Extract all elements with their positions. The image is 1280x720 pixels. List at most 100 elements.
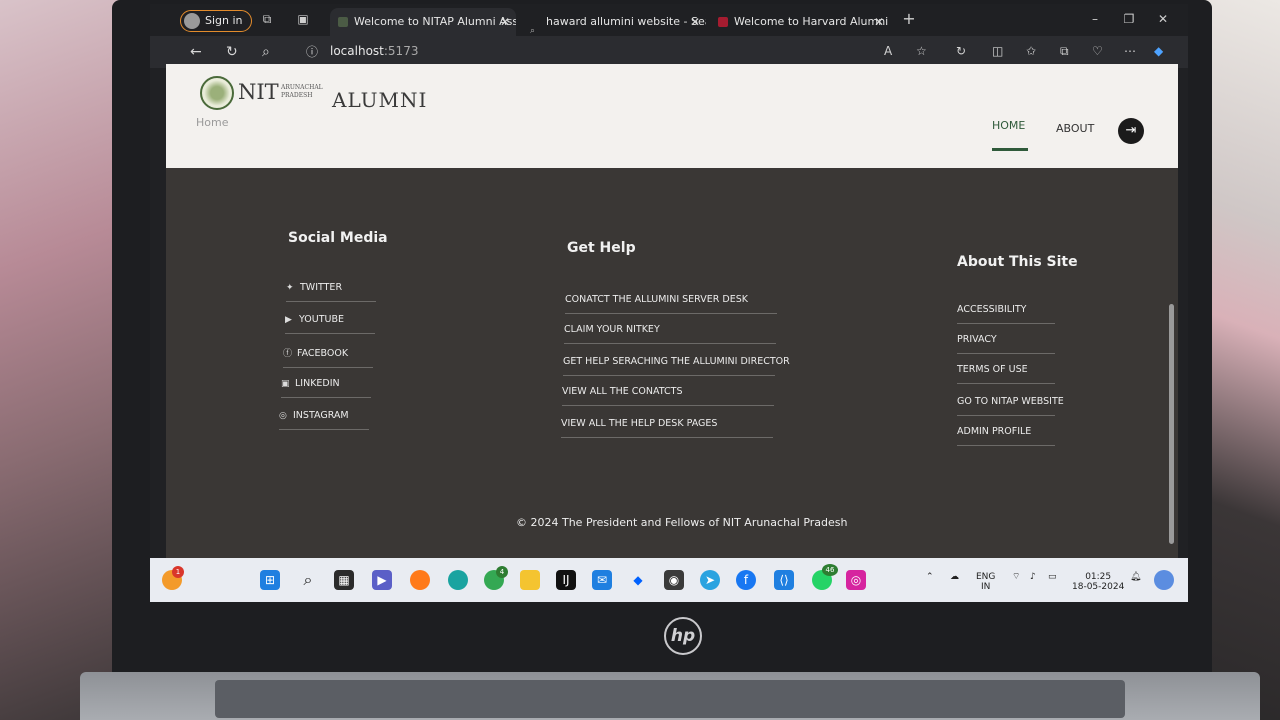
browser-essentials-icon[interactable]: ♡ bbox=[1092, 44, 1103, 58]
extension-refresh-icon[interactable]: ↻ bbox=[956, 44, 966, 58]
intellij-icon[interactable]: IJ bbox=[556, 570, 576, 590]
close-window-icon[interactable]: ✕ bbox=[1156, 12, 1170, 26]
refresh-icon[interactable]: ↻ bbox=[226, 44, 238, 60]
logo-sub-line2: PRADESH bbox=[281, 92, 313, 99]
split-screen-icon[interactable]: ◫ bbox=[992, 44, 1003, 58]
link-label: INSTAGRAM bbox=[293, 410, 349, 421]
close-tab-icon[interactable]: ✕ bbox=[500, 8, 510, 36]
footer-link-terms-of-use[interactable]: TERMS OF USE bbox=[957, 364, 1055, 384]
link-label: FACEBOOK bbox=[297, 348, 349, 359]
firefox-icon[interactable] bbox=[410, 570, 430, 590]
footer-link-admin-profile[interactable]: ADMIN PROFILE bbox=[957, 426, 1055, 446]
copilot-icon[interactable]: ◆ bbox=[1154, 44, 1163, 58]
volume-icon[interactable]: ♪ bbox=[1030, 572, 1036, 582]
favorites-icon[interactable]: ✩ bbox=[1026, 44, 1036, 58]
vscode-icon[interactable]: ⟨⟩ bbox=[774, 570, 794, 590]
tab-nitap[interactable]: Welcome to NITAP Alumni Assoc ✕ bbox=[330, 8, 516, 36]
more-menu-icon[interactable]: ⋯ bbox=[1124, 44, 1136, 58]
camera-icon[interactable]: ◉ bbox=[664, 570, 684, 590]
battery-icon[interactable]: ▭ bbox=[1048, 572, 1057, 582]
teams-icon[interactable]: ▶ bbox=[372, 570, 392, 590]
tab-bar: Sign in ⧉ ▣ Welcome to NITAP Alumni Asso… bbox=[150, 4, 1188, 36]
site-header: NIT ARUNACHAL PRADESH ALUMNI Home HOME A… bbox=[166, 64, 1178, 168]
social-media-title: Social Media bbox=[288, 230, 388, 246]
footer-link-facebook[interactable]: ⓕ FACEBOOK bbox=[283, 346, 373, 368]
windows-taskbar: 1 ⊞ ⌕ ▦ ▶ 4 IJ ✉ ◆ ◉ ➤ f ⟨⟩ 46 ◎ ⌃ ☁ ENG… bbox=[150, 558, 1188, 602]
search-icon[interactable]: ⌕ bbox=[298, 570, 318, 590]
back-icon[interactable]: ← bbox=[190, 44, 202, 60]
collections-icon[interactable]: ⧉ bbox=[1060, 44, 1069, 59]
footer-link-nitap-website[interactable]: GO TO NITAP WEBSITE bbox=[957, 396, 1064, 416]
logout-icon[interactable]: ⇥ bbox=[1118, 118, 1144, 144]
copilot-taskbar-icon[interactable] bbox=[1154, 570, 1174, 590]
youtube-icon: ▶ bbox=[285, 315, 292, 325]
read-aloud-icon[interactable]: A bbox=[884, 44, 892, 58]
tab-title: Welcome to NITAP Alumni Assoc bbox=[354, 15, 516, 28]
web-page: NIT ARUNACHAL PRADESH ALUMNI Home HOME A… bbox=[166, 64, 1178, 558]
footer-link-privacy[interactable]: PRIVACY bbox=[957, 334, 1055, 354]
workspaces-icon[interactable]: ⧉ bbox=[260, 12, 274, 26]
chrome-badge: 4 bbox=[496, 566, 508, 578]
clock[interactable]: 01:25 18-05-2024 bbox=[1072, 572, 1124, 592]
page-scrollbar[interactable] bbox=[1169, 304, 1174, 544]
footer-link-youtube[interactable]: ▶ YOUTUBE bbox=[285, 314, 375, 334]
linkedin-icon: ▣ bbox=[281, 379, 290, 389]
footer-copyright: © 2024 The President and Fellows of NIT … bbox=[516, 516, 848, 529]
get-help-title: Get Help bbox=[567, 240, 636, 256]
site-info-icon[interactable]: ⓘ bbox=[306, 44, 318, 60]
url-port: :5173 bbox=[383, 44, 419, 58]
mail-icon[interactable]: ✉ bbox=[592, 570, 612, 590]
start-menu-icon[interactable]: ⊞ bbox=[260, 570, 280, 590]
onedrive-icon[interactable]: ☁ bbox=[950, 572, 959, 582]
clock-date: 18-05-2024 bbox=[1072, 582, 1125, 592]
tab-search[interactable]: ⌕ haward allumini website - Search ✕ bbox=[522, 8, 706, 36]
logo-nit: NIT bbox=[238, 80, 279, 104]
notifications-bell-icon[interactable]: 🔔︎ bbox=[1130, 572, 1141, 582]
favorite-star-icon[interactable]: ☆ bbox=[916, 44, 927, 58]
telegram-icon[interactable]: ➤ bbox=[700, 570, 720, 590]
footer-link-twitter[interactable]: ✦ TWITTER bbox=[286, 282, 376, 302]
file-explorer-icon[interactable] bbox=[520, 570, 540, 590]
footer-link-linkedin[interactable]: ▣ LINKEDIN bbox=[281, 378, 371, 398]
footer-link-claim-nitkey[interactable]: CLAIM YOUR NITKEY bbox=[564, 324, 776, 344]
lang-line2: IN bbox=[981, 582, 991, 592]
tab-harvard[interactable]: Welcome to Harvard Alumni ✕ bbox=[710, 8, 890, 36]
dropbox-icon[interactable]: ◆ bbox=[628, 570, 648, 590]
footer-link-view-contacts[interactable]: VIEW ALL THE CONATCTS bbox=[562, 386, 774, 406]
footer-link-search-director[interactable]: GET HELP SERACHING THE ALLUMINI DIRECTOR bbox=[563, 356, 790, 376]
new-tab-icon[interactable]: + bbox=[902, 11, 916, 27]
breadcrumb[interactable]: Home bbox=[196, 116, 228, 129]
wifi-icon[interactable]: ⌔ bbox=[1012, 572, 1020, 582]
tab-actions-icon[interactable]: ▣ bbox=[296, 12, 310, 26]
nav-about[interactable]: ABOUT bbox=[1056, 122, 1094, 135]
close-tab-icon[interactable]: ✕ bbox=[874, 8, 884, 36]
language-indicator[interactable]: ENG IN bbox=[976, 572, 995, 592]
logo-sub-line1: ARUNACHAL bbox=[281, 84, 323, 91]
restore-icon[interactable]: ❐ bbox=[1122, 12, 1136, 26]
twitter-icon: ✦ bbox=[286, 283, 294, 293]
footer-link-help-desk-pages[interactable]: VIEW ALL THE HELP DESK PAGES bbox=[561, 418, 773, 438]
signin-button[interactable]: Sign in bbox=[180, 10, 252, 32]
tab-title: Welcome to Harvard Alumni bbox=[734, 15, 889, 28]
edge-icon[interactable] bbox=[448, 570, 468, 590]
nit-emblem-icon bbox=[200, 76, 234, 110]
url-host: localhost bbox=[330, 44, 384, 58]
facebook-icon: ⓕ bbox=[283, 349, 293, 359]
notification-badge: 1 bbox=[172, 566, 184, 578]
clock-time: 01:25 bbox=[1085, 572, 1112, 582]
link-label: YOUTUBE bbox=[299, 314, 344, 325]
signin-label: Sign in bbox=[205, 14, 243, 27]
footer-link-contact-server-desk[interactable]: CONATCT THE ALLUMINI SERVER DESK bbox=[565, 294, 777, 314]
close-tab-icon[interactable]: ✕ bbox=[690, 8, 700, 36]
nav-home[interactable]: HOME bbox=[992, 119, 1025, 132]
task-view-icon[interactable]: ▦ bbox=[334, 570, 354, 590]
screen: Sign in ⧉ ▣ Welcome to NITAP Alumni Asso… bbox=[150, 4, 1188, 602]
facebook-app-icon[interactable]: f bbox=[736, 570, 756, 590]
tray-overflow-icon[interactable]: ⌃ bbox=[926, 572, 934, 582]
url-field[interactable]: localhost:5173 bbox=[330, 44, 418, 58]
footer-link-accessibility[interactable]: ACCESSIBILITY bbox=[957, 304, 1055, 324]
instagram-app-icon[interactable]: ◎ bbox=[846, 570, 866, 590]
minimize-icon[interactable]: – bbox=[1088, 12, 1102, 26]
footer-link-instagram[interactable]: ◎ INSTAGRAM bbox=[279, 410, 369, 430]
search-icon[interactable]: ⌕ bbox=[262, 44, 270, 60]
